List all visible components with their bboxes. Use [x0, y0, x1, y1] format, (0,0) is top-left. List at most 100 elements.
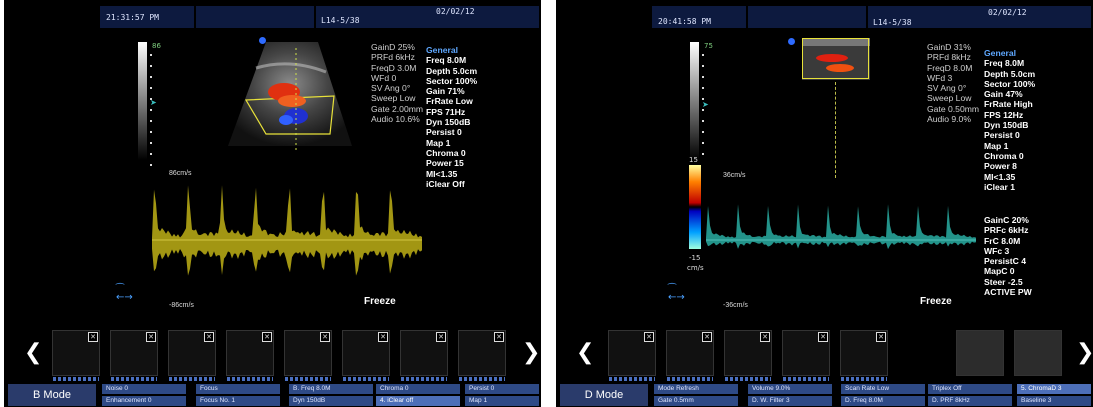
thumbnail-image[interactable]: ✕	[782, 330, 830, 381]
ctrl-baseline[interactable]: Baseline 3	[1017, 396, 1091, 406]
param-prfd: PRFd 8kHz	[927, 52, 971, 63]
mode-button[interactable]: B Mode	[8, 384, 96, 406]
thumbnail-image[interactable]: ✕	[840, 330, 888, 381]
ctrl-d-w-filter[interactable]: D. W. Filter 3	[748, 396, 832, 406]
gen-dyn: Dyn 150dB	[426, 117, 471, 128]
thumbnail-prev-arrow[interactable]: ❮	[24, 340, 42, 365]
empty-thumbnail-slot	[956, 330, 1004, 376]
thumbnail-image[interactable]: ✕	[168, 330, 216, 381]
ctrl-volume[interactable]: Volume 9.0%	[748, 384, 832, 394]
thumbnail-image[interactable]: ✕	[666, 330, 714, 381]
doppler-parameters: GainD 31% PRFd 8kHz FreqD 8.0M WFd 3 SV …	[927, 42, 979, 124]
param-prfd: PRFd 6kHz	[371, 52, 415, 63]
velocity-scale-bottom: -86cm/s	[169, 302, 194, 309]
close-icon[interactable]: ✕	[494, 332, 504, 342]
close-icon[interactable]: ✕	[644, 332, 654, 342]
left-ultrasound-screen: 21:31:57 PM L14-5/38 02/02/12 86 ➤ GainD…	[4, 0, 541, 407]
gen-chroma: Chroma 0	[426, 147, 466, 158]
ctrl-d-freq[interactable]: D. Freq 8.0M	[841, 396, 925, 406]
thumbnail-image[interactable]: ✕	[110, 330, 158, 381]
gen-freq: Freq 8.0M	[984, 58, 1025, 69]
bmode-image	[802, 38, 870, 80]
thumbnail-indicator	[609, 377, 655, 381]
ctrl-focus-no[interactable]: Focus No. 1	[196, 396, 280, 406]
freeze-status: Freeze	[920, 296, 952, 307]
gen-frrate: FrRate High	[984, 99, 1033, 110]
close-icon[interactable]: ✕	[88, 332, 98, 342]
clock-time: 20:41:58 PM	[658, 17, 711, 26]
focus-marker-icon: ➤	[702, 100, 709, 109]
close-icon[interactable]: ✕	[876, 332, 886, 342]
general-parameters: General Freq 8.0M Depth 5.0cm Sector 100…	[426, 45, 477, 189]
close-icon[interactable]: ✕	[204, 332, 214, 342]
close-icon[interactable]: ✕	[818, 332, 828, 342]
probe-orientation-dot	[259, 37, 266, 44]
thumbnail-image[interactable]: ✕	[284, 330, 332, 381]
close-icon[interactable]: ✕	[760, 332, 770, 342]
doppler-parameters: GainD 25% PRFd 6kHz FreqD 3.0M WFd 0 SV …	[371, 42, 423, 124]
control-bar: B Mode Noise 0 Focus B. Freq 8.0M Chroma…	[4, 384, 541, 407]
thumbnail-next-arrow[interactable]: ❯	[1076, 340, 1093, 365]
param-gate: Gate 2.00mm	[371, 103, 424, 114]
ctrl-focus[interactable]: Focus	[196, 384, 280, 394]
ctrl-triplex[interactable]: Triplex Off	[928, 384, 1012, 394]
gen-fps: FPS 12Hz	[984, 109, 1024, 120]
thumbnail-image[interactable]: ✕	[608, 330, 656, 381]
thumbnail-indicator	[783, 377, 829, 381]
ctrl-mode-refresh[interactable]: Mode Refresh	[654, 384, 738, 394]
thumbnail-indicator	[667, 377, 713, 381]
ctrl-d-prf[interactable]: D. PRF 8kHz	[928, 396, 1012, 406]
gen-map: Map 1	[426, 137, 451, 148]
thumbnail-indicator	[841, 377, 887, 381]
color-parameters: GainC 20% PRFc 6kHz FrC 8.0M WFc 3 Persi…	[984, 215, 1032, 297]
close-icon[interactable]: ✕	[436, 332, 446, 342]
ctrl-iclear[interactable]: 4. iClear off	[376, 396, 460, 406]
param-sweep: Sweep Low	[927, 93, 972, 104]
gen-persist: Persist 0	[984, 130, 1020, 141]
ctrl-chroma[interactable]: Chroma 0	[376, 384, 460, 394]
ctrl-chromad[interactable]: 5. ChromaD 3	[1017, 384, 1091, 394]
bmode-image	[228, 42, 352, 150]
ctrl-scan-rate[interactable]: Scan Rate Low	[841, 384, 925, 394]
control-bar: D Mode Mode Refresh Volume 9.0% Scan Rat…	[556, 384, 1093, 407]
scale-top-value: 86	[152, 42, 161, 50]
freeze-status: Freeze	[364, 296, 396, 307]
thumbnail-next-arrow[interactable]: ❯	[522, 340, 540, 365]
empty-slot-fill	[957, 331, 1003, 375]
param-sv-angle: SV Ang 0°	[371, 83, 411, 94]
thumbnail-prev-arrow[interactable]: ❮	[576, 340, 594, 365]
colorbar-unit: cm/s	[687, 264, 704, 272]
thumbnail-image[interactable]: ✕	[226, 330, 274, 381]
grayscale-bar	[690, 42, 699, 160]
close-icon[interactable]: ✕	[146, 332, 156, 342]
thumbnail-image[interactable]: ✕	[52, 330, 100, 381]
close-icon[interactable]: ✕	[320, 332, 330, 342]
ctrl-noise[interactable]: Noise 0	[102, 384, 186, 394]
gen-gain: Gain 47%	[984, 89, 1023, 100]
grayscale-bar	[138, 42, 147, 160]
invert-arrows-icon[interactable]: ⁀ ←→	[668, 285, 685, 303]
probe-orientation-dot	[788, 38, 795, 45]
color-gainc: GainC 20%	[984, 215, 1029, 225]
close-icon[interactable]: ✕	[378, 332, 388, 342]
exam-date: 02/02/12	[988, 8, 1027, 17]
ctrl-dyn[interactable]: Dyn 150dB	[289, 396, 373, 406]
ctrl-b-freq[interactable]: B. Freq 8.0M	[289, 384, 373, 394]
thumbnail-image[interactable]: ✕	[724, 330, 772, 381]
thumbnail-indicator	[343, 377, 389, 381]
param-wfd: WFd 3	[927, 72, 953, 83]
ctrl-enhancement[interactable]: Enhancement 0	[102, 396, 186, 406]
thumbnail-image[interactable]: ✕	[342, 330, 390, 381]
ctrl-gate[interactable]: Gate 0.5mm	[654, 396, 738, 406]
param-gate: Gate 0.50mm	[927, 103, 980, 114]
gen-mi: MI<1.35	[426, 168, 458, 179]
invert-arrows-icon[interactable]: ⁀ ←→	[116, 285, 133, 303]
param-audio: Audio 10.6%	[371, 114, 420, 125]
ctrl-persist[interactable]: Persist 0	[465, 384, 539, 394]
mode-button[interactable]: D Mode	[560, 384, 648, 406]
close-icon[interactable]: ✕	[262, 332, 272, 342]
thumbnail-image[interactable]: ✕	[458, 330, 506, 381]
thumbnail-image[interactable]: ✕	[400, 330, 448, 381]
close-icon[interactable]: ✕	[702, 332, 712, 342]
ctrl-map[interactable]: Map 1	[465, 396, 539, 406]
